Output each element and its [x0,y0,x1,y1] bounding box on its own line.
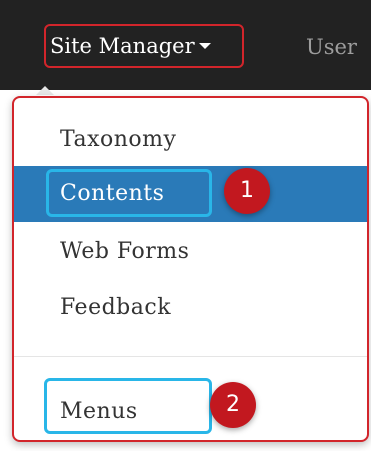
site-manager-dropdown: Taxonomy Contents Web Forms Feedback Men… [12,96,369,442]
contents-highlight-box [46,169,212,217]
dropdown-pointer [36,86,54,95]
menu-item-web-forms[interactable]: Web Forms [14,224,367,280]
menu-divider [14,356,367,357]
top-navbar: Site Manager User [0,0,371,90]
menus-highlight-box [44,378,212,434]
caret-down-icon [198,43,211,49]
screenshot-stage: Site Manager User Taxonomy Contents Web … [0,0,371,451]
menu-item-taxonomy[interactable]: Taxonomy [14,112,367,168]
site-manager-menu-button[interactable]: Site Manager [44,24,244,68]
nav-user-link[interactable]: User [306,30,357,64]
menu-item-feedback[interactable]: Feedback [14,280,367,336]
step-2-badge: 2 [210,382,256,428]
site-manager-label: Site Manager [50,34,195,58]
step-1-badge: 1 [224,168,270,214]
